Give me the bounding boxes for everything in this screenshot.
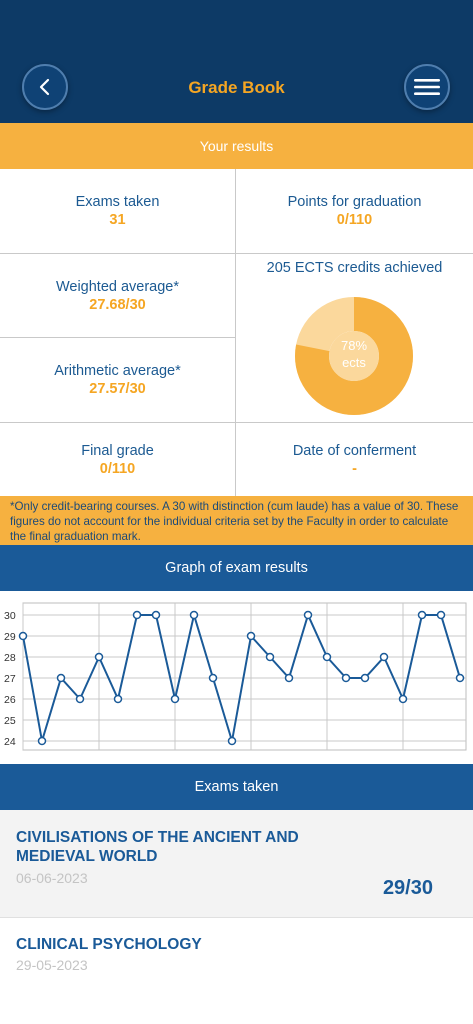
exams-taken-cell: Exams taken 31 [0, 169, 236, 254]
chart-data-point [208, 673, 218, 683]
chart-data-point [189, 610, 199, 620]
exam-date: 06-06-2023 [16, 870, 88, 886]
exam-list-item[interactable]: CIVILISATIONS OF THE ANCIENT AND MEDIEVA… [0, 810, 473, 918]
chart-data-point [37, 736, 47, 746]
ects-unit: ects [342, 355, 366, 370]
chart-data-point [322, 652, 332, 662]
exam-grade: 29/30 [382, 877, 433, 899]
arithmetic-average-label: Arithmetic average* [54, 363, 181, 379]
weighted-average-cell: Weighted average* 27.68/30 [0, 254, 236, 338]
chart-y-tick-label: 25 [4, 715, 16, 727]
final-grade-value: 0/110 [99, 460, 136, 477]
weighted-average-value: 27.68/30 [89, 296, 146, 313]
arithmetic-average-value: 27.57/30 [89, 381, 146, 397]
ects-label: 205 ECTS credits achieved [266, 260, 443, 276]
menu-button[interactable] [404, 64, 450, 110]
conferment-date-label: Date of conferment [292, 442, 417, 459]
chart-y-tick-label: 26 [4, 694, 16, 706]
exam-name: CIVILISATIONS OF THE ANCIENT AND MEDIEVA… [16, 829, 299, 865]
exam-results-graph: 24 25 26 27 28 29 30 [0, 598, 473, 755]
hamburger-menu-icon [414, 79, 440, 95]
arithmetic-average-cell: Arithmetic average* 27.57/30 [0, 338, 236, 423]
final-grade-cell: Final grade 0/110 [0, 423, 236, 496]
exams-taken-value: 31 [109, 212, 126, 228]
exams-section-title: Exams taken [0, 764, 473, 810]
chart-data-point [436, 610, 446, 620]
exam-date: 29-05-2023 [16, 957, 88, 973]
points-for-graduation-value: 0/110 [336, 212, 373, 228]
conferment-date-value: - [352, 460, 357, 477]
page-title: Grade Book [188, 78, 285, 97]
final-grade-label: Final grade [81, 442, 154, 459]
ects-cell: 205 ECTS credits achieved 78% ects [236, 254, 473, 423]
chart-y-tick-label: 28 [4, 652, 16, 664]
conferment-date-cell: Date of conferment - [236, 423, 473, 496]
exams-taken-label: Exams taken [75, 194, 160, 210]
chart-data-point [75, 694, 85, 704]
chart-data-point [265, 652, 275, 662]
points-for-graduation-cell: Points for graduation 0/110 [236, 169, 473, 254]
chart-y-tick-label: 27 [4, 673, 16, 685]
chart-y-tick-label: 29 [4, 631, 16, 643]
app-header: Grade Book [0, 0, 473, 123]
chart-data-point [170, 694, 180, 704]
averages-footnote: *Only credit-bearing courses. A 30 with … [0, 496, 473, 545]
ects-donut-text: 78% ects [294, 337, 414, 371]
results-banner: Your results [0, 123, 473, 169]
chart-data-point [18, 631, 28, 641]
chart-data-point [341, 673, 351, 683]
chart-data-point [246, 631, 256, 641]
exam-list-item[interactable]: CLINICAL PSYCHOLOGY 29-05-2023 [0, 918, 473, 1024]
ects-percent: 78% [340, 338, 368, 353]
chart-data-point [398, 694, 408, 704]
results-grid: Exams taken 31 Points for graduation 0/1… [0, 169, 473, 496]
chart-data-point [94, 652, 104, 662]
graph-section-title: Graph of exam results [0, 545, 473, 591]
chart-data-point [151, 610, 161, 620]
weighted-average-label: Weighted average* [55, 278, 180, 295]
chart-data-point [56, 673, 66, 683]
chart-data-point [132, 610, 142, 620]
chart-data-point [455, 673, 465, 683]
chart-data-point [227, 736, 237, 746]
ects-donut-chart: 78% ects [294, 296, 414, 416]
chart-data-point [379, 652, 389, 662]
chart-y-tick-label: 24 [4, 736, 16, 748]
chart-data-point [284, 673, 294, 683]
chart-data-point [360, 673, 370, 683]
chart-data-point [303, 610, 313, 620]
exam-name: CLINICAL PSYCHOLOGY [16, 936, 202, 953]
chart-y-tick-label: 30 [4, 610, 16, 622]
chart-data-point [417, 610, 427, 620]
chart-data-point [113, 694, 123, 704]
points-for-graduation-label: Points for graduation [287, 194, 422, 210]
